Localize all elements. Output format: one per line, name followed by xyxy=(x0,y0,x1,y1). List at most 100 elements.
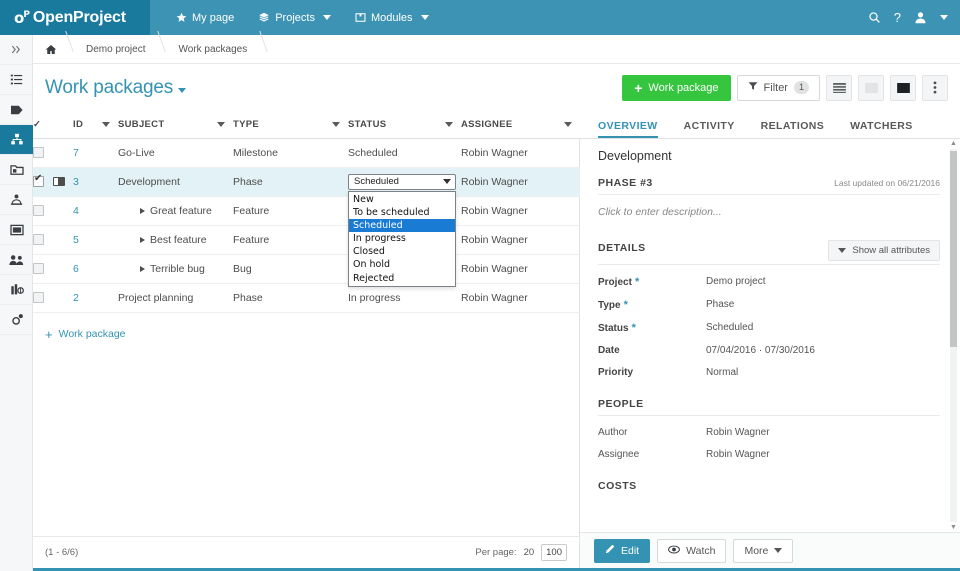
sidebar-item-news[interactable] xyxy=(0,95,33,125)
row-subject-cell[interactable]: Best feature xyxy=(118,225,233,255)
table-row[interactable]: 2 Project planning Phase In progress Rob… xyxy=(33,283,580,313)
row-assignee-cell[interactable]: Robin Wagner xyxy=(461,283,580,313)
expand-triangle-icon[interactable] xyxy=(140,207,145,214)
view-list-button[interactable] xyxy=(826,74,852,101)
sidebar-item-calendar[interactable] xyxy=(0,185,33,215)
row-status-cell[interactable]: In progress xyxy=(348,283,461,313)
scrollbar-thumb[interactable] xyxy=(950,151,957,347)
attribute-value[interactable]: Scheduled xyxy=(706,322,753,334)
attribute-value[interactable]: Robin Wagner xyxy=(706,427,770,438)
row-select-cell[interactable] xyxy=(33,196,73,226)
row-assignee-cell[interactable]: Robin Wagner xyxy=(461,138,580,168)
status-option-to-be-scheduled[interactable]: To be scheduled xyxy=(349,206,455,219)
row-assignee-cell[interactable]: Robin Wagner xyxy=(461,167,580,197)
attribute-value[interactable]: Robin Wagner xyxy=(706,449,770,460)
row-type-cell[interactable]: Feature xyxy=(233,225,348,255)
status-option-on-hold[interactable]: On hold xyxy=(349,258,455,271)
row-select-cell[interactable] xyxy=(33,167,73,197)
breadcrumb-item-work-packages[interactable]: Work packages xyxy=(162,35,264,64)
add-work-package-inline-button[interactable]: + Work package xyxy=(33,322,580,346)
sort-caret-icon[interactable] xyxy=(445,121,453,127)
expand-triangle-icon[interactable] xyxy=(140,265,145,272)
row-select-cell[interactable] xyxy=(33,283,73,313)
sidebar-item-expand-sidebar[interactable] xyxy=(0,35,33,65)
open-details-icon[interactable] xyxy=(52,177,65,187)
row-id-cell[interactable]: 2 xyxy=(73,283,118,313)
row-id-cell[interactable]: 7 xyxy=(73,138,118,168)
topnav-projects[interactable]: Projects xyxy=(246,0,343,35)
topnav-my-page[interactable]: My page xyxy=(164,0,246,35)
row-status-cell[interactable]: Scheduled New To be scheduled Scheduled … xyxy=(348,167,461,287)
more-actions-button[interactable]: More xyxy=(733,538,794,563)
sidebar-item-members[interactable] xyxy=(0,245,33,275)
row-checkbox[interactable] xyxy=(33,205,44,217)
status-option-scheduled[interactable]: Scheduled xyxy=(349,218,455,233)
breadcrumb-home[interactable] xyxy=(33,35,70,64)
row-id-link[interactable]: 6 xyxy=(73,263,79,275)
status-select-button[interactable]: Scheduled xyxy=(348,173,456,190)
tab-relations[interactable]: RELATIONS xyxy=(761,120,825,138)
create-work-package-button[interactable]: + Work package xyxy=(622,74,731,101)
page-title[interactable]: Work packages xyxy=(45,77,186,99)
attribute-value[interactable]: Demo project xyxy=(706,276,765,288)
user-avatar-icon[interactable] xyxy=(914,11,927,24)
show-all-attributes-button[interactable]: Show all attributes xyxy=(828,240,940,261)
per-page-option-20[interactable]: 20 xyxy=(524,547,535,558)
row-type-cell[interactable]: Phase xyxy=(233,167,348,197)
row-checkbox[interactable] xyxy=(33,174,44,188)
sidebar-item-settings[interactable] xyxy=(0,305,33,335)
table-row[interactable]: 3 Development Phase Scheduled New To be … xyxy=(33,167,580,287)
row-type-cell[interactable]: Phase xyxy=(233,283,348,313)
user-caret-icon[interactable] xyxy=(940,15,948,20)
attribute-value[interactable]: 07/04/2016 · 07/30/2016 xyxy=(706,345,815,356)
row-id-cell[interactable]: 4 xyxy=(73,196,118,226)
sidebar-item-backlogs[interactable] xyxy=(0,155,33,185)
sort-caret-icon[interactable] xyxy=(217,121,225,127)
row-assignee-cell[interactable]: Robin Wagner xyxy=(461,225,580,255)
watch-button[interactable]: Watch xyxy=(657,538,727,563)
sidebar-item-work-packages[interactable] xyxy=(0,125,33,155)
row-type-cell[interactable]: Feature xyxy=(233,196,348,226)
app-logo[interactable]: oP OpenProject xyxy=(0,0,150,35)
per-page-option-100[interactable]: 100 xyxy=(541,544,567,561)
table-row[interactable]: 4 Great feature Feature Robin Wagner xyxy=(33,196,580,226)
row-subject-cell[interactable]: Terrible bug xyxy=(118,254,233,284)
help-icon[interactable]: ? xyxy=(894,10,901,25)
tab-watchers[interactable]: WATCHERS xyxy=(850,120,913,138)
row-id-link[interactable]: 4 xyxy=(73,205,79,217)
status-option-in-progress[interactable]: In progress xyxy=(349,232,455,245)
status-option-rejected[interactable]: Rejected xyxy=(349,272,455,285)
row-type-cell[interactable]: Milestone xyxy=(233,138,348,168)
column-header-id[interactable]: ID xyxy=(73,111,118,139)
row-checkbox[interactable] xyxy=(33,147,44,159)
sidebar-item-activity[interactable] xyxy=(0,65,33,95)
row-assignee-cell[interactable]: Robin Wagner xyxy=(461,196,580,226)
attribute-value[interactable]: Normal xyxy=(706,367,738,378)
sort-caret-icon[interactable] xyxy=(102,121,110,127)
row-select-cell[interactable] xyxy=(33,254,73,284)
expand-triangle-icon[interactable] xyxy=(140,236,145,243)
row-checkbox[interactable] xyxy=(33,234,44,246)
tab-activity[interactable]: ACTIVITY xyxy=(684,120,735,138)
detail-panel-scrollbar[interactable]: ▲ ▼ xyxy=(949,139,958,532)
attribute-value[interactable]: Phase xyxy=(706,299,734,311)
column-header-subject[interactable]: SUBJECT xyxy=(118,111,233,139)
scroll-down-arrow-icon[interactable]: ▼ xyxy=(950,524,957,531)
row-subject-cell[interactable]: Go-Live xyxy=(118,138,233,168)
row-subject-cell[interactable]: Great feature xyxy=(118,196,233,226)
more-menu-button[interactable] xyxy=(922,74,948,101)
row-id-link[interactable]: 2 xyxy=(73,292,79,304)
scroll-up-arrow-icon[interactable]: ▲ xyxy=(950,140,957,147)
detail-description-placeholder[interactable]: Click to enter description... xyxy=(598,206,940,218)
row-id-link[interactable]: 5 xyxy=(73,234,79,246)
sidebar-item-cost-reports[interactable] xyxy=(0,275,33,305)
sidebar-item-news-board[interactable] xyxy=(0,215,33,245)
row-subject-cell[interactable]: Development xyxy=(118,167,233,197)
row-subject-cell[interactable]: Project planning xyxy=(118,283,233,313)
column-header-status[interactable]: STATUS xyxy=(348,111,461,139)
status-option-closed[interactable]: Closed xyxy=(349,245,455,258)
row-checkbox[interactable] xyxy=(33,292,44,304)
search-icon[interactable] xyxy=(868,11,881,24)
status-option-new[interactable]: New xyxy=(349,193,455,206)
row-checkbox[interactable] xyxy=(33,263,44,275)
